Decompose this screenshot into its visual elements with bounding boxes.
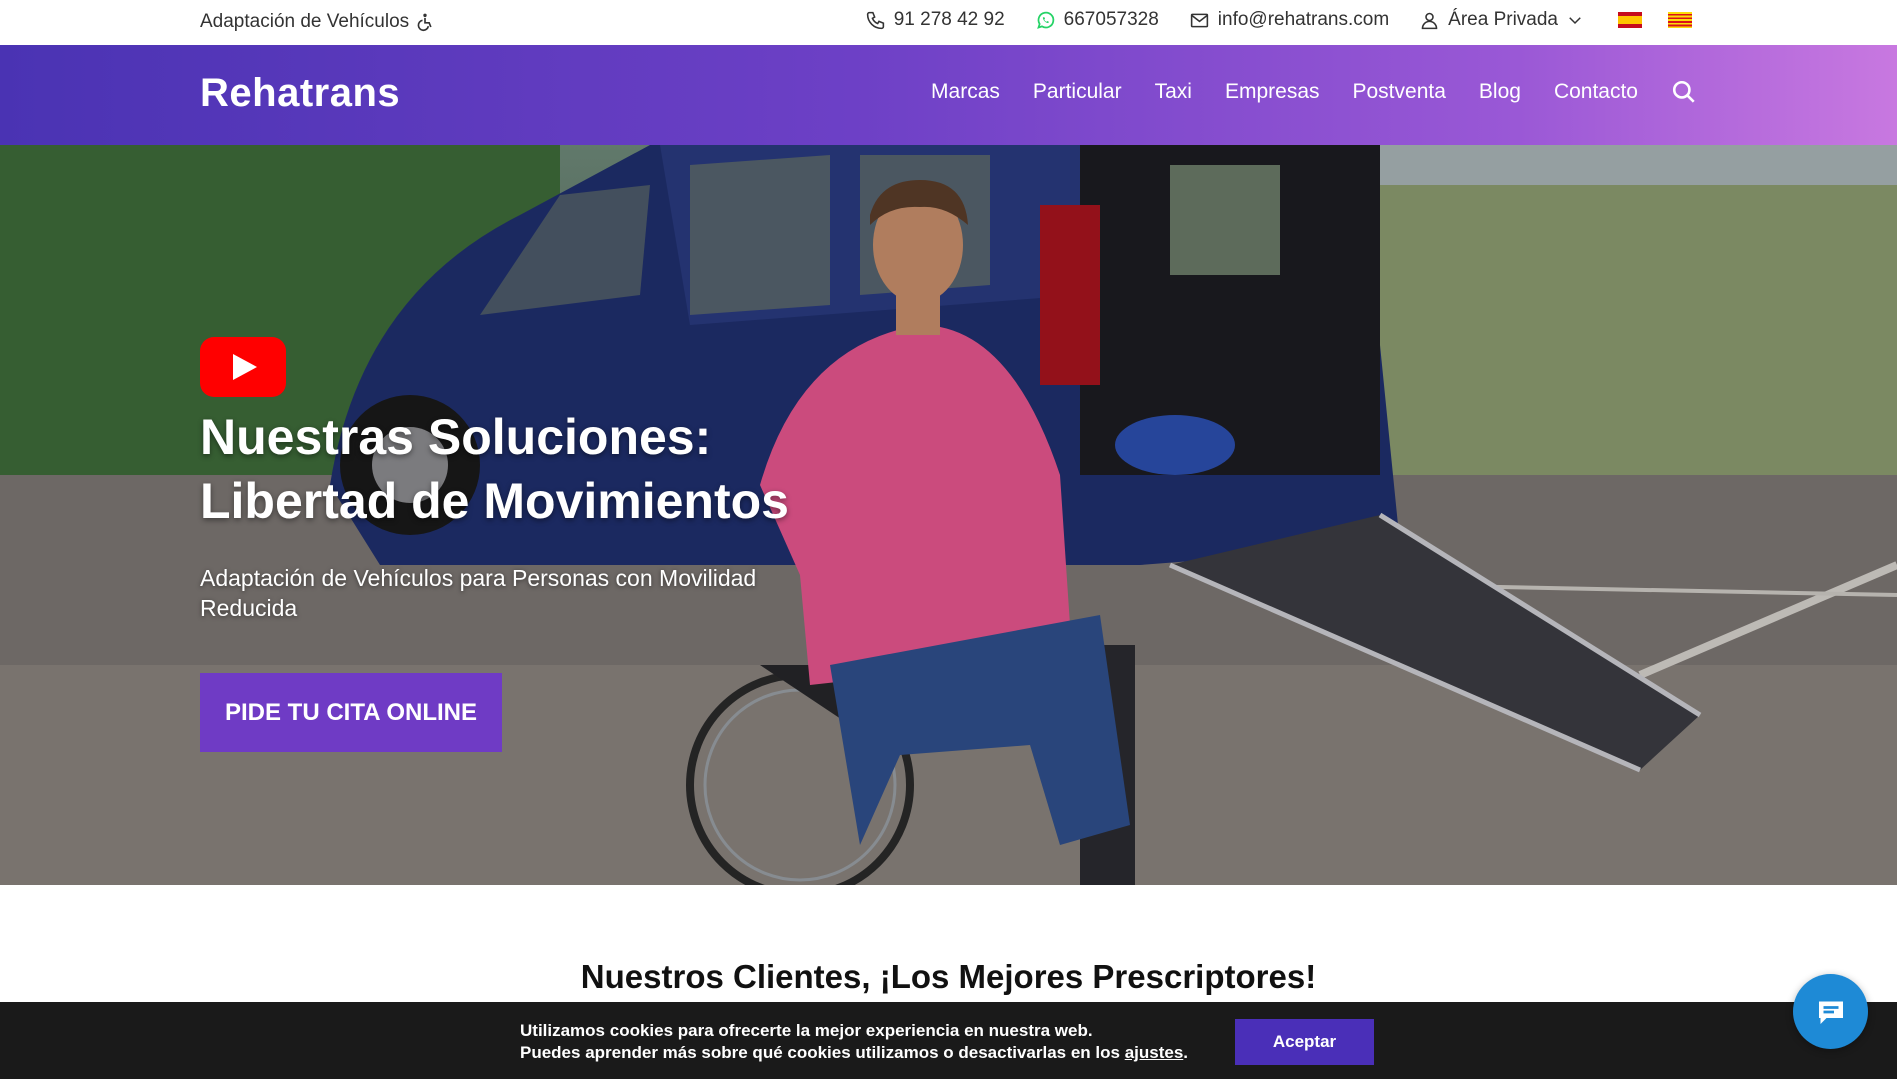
nav-item-particular[interactable]: Particular	[1033, 80, 1122, 104]
spanish-flag-icon[interactable]	[1618, 12, 1642, 28]
cookie-line1: Utilizamos cookies para ofrecerte la mej…	[520, 1021, 1093, 1040]
tagline: Adaptación de Vehículos	[200, 11, 435, 33]
clients-section-title: Nuestros Clientes, ¡Los Mejores Prescrip…	[580, 958, 1317, 995]
user-icon	[1421, 12, 1438, 29]
book-appointment-button[interactable]: PIDE TU CITA ONLINE	[200, 673, 502, 752]
accept-cookies-button[interactable]: Aceptar	[1235, 1019, 1374, 1065]
nav-item-marcas[interactable]: Marcas	[931, 80, 1000, 104]
search-icon	[1672, 80, 1695, 103]
main-nav: Rehatrans Marcas Particular Taxi Empresa…	[0, 45, 1897, 145]
hero-title: Nuestras Soluciones: Libertad de Movimie…	[200, 405, 820, 533]
chat-button[interactable]	[1793, 974, 1868, 1049]
private-area-dropdown[interactable]: Área Privada	[1419, 9, 1584, 31]
hero-title-line2: Libertad de Movimientos	[200, 473, 789, 529]
cookie-line2: Puedes aprender más sobre qué cookies ut…	[520, 1043, 1189, 1062]
hero-banner: Nuestras Soluciones: Libertad de Movimie…	[0, 145, 1897, 885]
logo[interactable]: Rehatrans	[200, 71, 400, 116]
email-link[interactable]: info@rehatrans.com	[1189, 9, 1389, 31]
whatsapp-number: 667057328	[1063, 9, 1159, 30]
top-bar: Adaptación de Vehículos 91 278 42 92 667…	[0, 0, 1897, 45]
catalan-flag-icon[interactable]	[1668, 12, 1692, 28]
hero-subtitle: Adaptación de Vehículos para Personas co…	[200, 565, 757, 621]
email-address: info@rehatrans.com	[1217, 9, 1390, 30]
phone-icon	[866, 11, 884, 29]
envelope-icon	[1190, 13, 1208, 27]
hero-title-line1: Nuestras Soluciones:	[200, 409, 712, 465]
nav-item-empresas[interactable]: Empresas	[1225, 80, 1320, 104]
phone-link[interactable]: 91 278 42 92	[865, 9, 1005, 31]
nav-item-postventa[interactable]: Postventa	[1353, 80, 1446, 104]
whatsapp-link[interactable]: 667057328	[1035, 9, 1159, 31]
nav-item-taxi[interactable]: Taxi	[1155, 80, 1192, 104]
chevron-down-icon	[1569, 17, 1581, 25]
tagline-text: Adaptación de Vehículos	[200, 11, 410, 32]
private-area-label: Área Privada	[1448, 9, 1558, 30]
chat-icon	[1818, 1001, 1843, 1024]
whatsapp-icon	[1036, 11, 1054, 29]
contact-list: 91 278 42 92 667057328 info@rehatrans.co…	[865, 9, 1692, 31]
youtube-play-icon[interactable]	[200, 337, 286, 397]
search-button[interactable]	[1671, 79, 1697, 105]
nav-item-blog[interactable]: Blog	[1479, 80, 1521, 104]
cookie-line2-text: Puedes aprender más sobre qué cookies ut…	[520, 1043, 1120, 1062]
wheelchair-icon	[417, 13, 432, 32]
cookie-message: Utilizamos cookies para ofrecerte la mej…	[520, 1020, 1188, 1064]
cookie-settings-link[interactable]: ajustes	[1125, 1043, 1184, 1062]
phone-number: 91 278 42 92	[893, 9, 1005, 30]
nav-menu: Marcas Particular Taxi Empresas Postvent…	[931, 79, 1697, 105]
nav-item-contacto[interactable]: Contacto	[1554, 80, 1638, 104]
cookie-banner: Utilizamos cookies para ofrecerte la mej…	[0, 1002, 1897, 1079]
